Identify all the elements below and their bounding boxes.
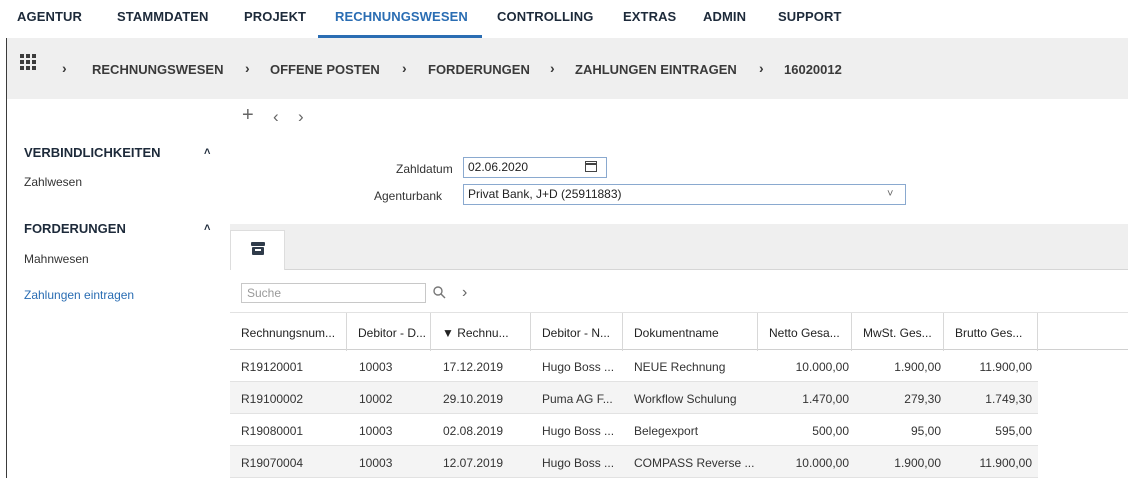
cell-rechnungsnummer: R19100002 [241, 392, 304, 406]
tab-archive[interactable] [230, 230, 285, 271]
cell-dokumentname: Workflow Schulung [634, 392, 737, 406]
nav-admin[interactable]: ADMIN [703, 9, 746, 24]
nav-controlling[interactable]: CONTROLLING [497, 9, 593, 24]
cell-brutto: 1.749,30 [985, 392, 1032, 406]
breadcrumb-zahlungen-eintragen[interactable]: ZAHLUNGEN EINTRAGEN [575, 62, 737, 77]
chevron-right-icon: › [62, 60, 67, 76]
nav-extras[interactable]: EXTRAS [623, 9, 676, 24]
cell-debitor: 10002 [359, 392, 393, 406]
cell-rechnungsnummer: R19080001 [241, 424, 304, 438]
cell-brutto: 595,00 [995, 424, 1032, 438]
cell-brutto: 11.900,00 [979, 360, 1033, 374]
nav-stammdaten[interactable]: STAMMDATEN [117, 9, 209, 24]
sidebar-item-mahnwesen[interactable]: Mahnwesen [24, 252, 89, 266]
cell-debitor-name: Hugo Boss ... [542, 456, 615, 470]
chevron-right-icon: › [402, 60, 407, 76]
next-icon[interactable]: › [298, 107, 304, 127]
agenturbank-label: Agenturbank [374, 189, 443, 203]
cell-debitor-name: Puma AG F... [542, 392, 613, 406]
cell-rechnungsdatum: 12.07.2019 [443, 456, 504, 470]
chevron-right-icon: › [759, 60, 764, 76]
search-icon[interactable] [433, 286, 446, 299]
cell-rechnungsdatum: 17.12.2019 [443, 360, 504, 374]
cell-debitor-name: Hugo Boss ... [542, 424, 615, 438]
table-row[interactable]: R19100002 10002 29.10.2019 Puma AG F... … [230, 382, 1038, 414]
table-row[interactable]: R19120001 10003 17.12.2019 Hugo Boss ...… [230, 350, 1038, 382]
cell-dokumentname: NEUE Rechnung [634, 360, 726, 374]
chevron-up-icon[interactable]: ˄ [204, 222, 210, 234]
column-header-rechnungsdatum[interactable]: ▼ Rechnu... [431, 313, 531, 351]
cell-dokumentname: Belegexport [634, 424, 699, 438]
invoice-table-panel: Suche › Rechnungsnum... Debitor - D... ▼… [230, 270, 1128, 478]
table-row[interactable]: R19080001 10003 02.08.2019 Hugo Boss ...… [230, 414, 1038, 446]
nav-projekt[interactable]: PROJEKT [244, 9, 306, 24]
column-header-netto[interactable]: Netto Gesa... [758, 313, 852, 351]
top-navigation: AGENTUR STAMMDATEN PROJEKT RECHNUNGSWESE… [0, 0, 1128, 38]
breadcrumb-forderungen[interactable]: FORDERUNGEN [428, 62, 530, 77]
cell-mwst: 1.900,00 [894, 456, 941, 470]
table-header: Rechnungsnum... Debitor - D... ▼ Rechnu.… [230, 312, 1128, 351]
cell-netto: 10.000,00 [795, 456, 849, 470]
cell-rechnungsdatum: 29.10.2019 [443, 392, 504, 406]
cell-debitor: 10003 [359, 424, 393, 438]
next-icon[interactable]: › [462, 284, 467, 302]
cell-dokumentname: COMPASS Reverse ... [634, 456, 755, 470]
agenturbank-select[interactable]: Privat Bank, J+D (25911883) [463, 184, 906, 205]
tab-strip [230, 224, 1128, 271]
column-header-debitor-name[interactable]: Debitor - N... [531, 313, 623, 351]
column-header-debitor-d[interactable]: Debitor - D... [347, 313, 431, 351]
sidebar-item-zahlwesen[interactable]: Zahlwesen [24, 175, 82, 189]
calendar-icon[interactable] [585, 161, 597, 172]
column-header-mwst[interactable]: MwSt. Ges... [852, 313, 944, 351]
cell-rechnungsnummer: R19070004 [241, 456, 304, 470]
cell-debitor-name: Hugo Boss ... [542, 360, 615, 374]
cell-mwst: 95,00 [910, 424, 941, 438]
cell-mwst: 1.900,00 [894, 360, 941, 374]
cell-brutto: 11.900,00 [979, 456, 1033, 470]
cell-debitor: 10003 [359, 360, 393, 374]
column-header-rechnungsnummer[interactable]: Rechnungsnum... [230, 313, 347, 351]
breadcrumb-offene-posten[interactable]: OFFENE POSTEN [270, 62, 380, 77]
add-icon[interactable]: + [242, 104, 254, 127]
chevron-down-icon[interactable]: ˅ [887, 188, 893, 200]
sidebar-section-verbindlichkeiten[interactable]: VERBINDLICHKEITEN [24, 145, 161, 160]
zahldatum-label: Zahldatum [396, 162, 453, 176]
chevron-right-icon: › [550, 60, 555, 76]
cell-mwst: 279,30 [904, 392, 941, 406]
column-header-brutto[interactable]: Brutto Ges... [944, 313, 1038, 351]
chevron-right-icon: › [245, 60, 250, 76]
apps-grid-icon[interactable] [20, 54, 36, 70]
table-row[interactable]: R19070004 10003 12.07.2019 Hugo Boss ...… [230, 446, 1038, 478]
sidebar-item-zahlungen-eintragen[interactable]: Zahlungen eintragen [24, 288, 134, 302]
previous-icon[interactable]: ‹ [273, 107, 279, 127]
cell-debitor: 10003 [359, 456, 393, 470]
sidebar-section-forderungen[interactable]: FORDERUNGEN [24, 221, 126, 236]
nav-support[interactable]: SUPPORT [778, 9, 842, 24]
cell-netto: 10.000,00 [795, 360, 849, 374]
nav-agentur[interactable]: AGENTUR [17, 9, 82, 24]
breadcrumb-current-id: 16020012 [784, 62, 842, 77]
column-header-dokumentname[interactable]: Dokumentname [623, 313, 758, 351]
cell-netto: 500,00 [812, 424, 849, 438]
breadcrumb: › RECHNUNGSWESEN › OFFENE POSTEN › FORDE… [7, 38, 1128, 99]
payment-form: + ‹ › Zahldatum 02.06.2020 Agenturbank P… [230, 99, 1128, 224]
chevron-up-icon[interactable]: ˄ [204, 146, 210, 158]
sidebar: VERBINDLICHKEITEN ˄ Zahlwesen FORDERUNGE… [7, 99, 230, 478]
nav-rechnungswesen[interactable]: RECHNUNGSWESEN [335, 9, 468, 24]
cell-netto: 1.470,00 [802, 392, 849, 406]
cell-rechnungsdatum: 02.08.2019 [443, 424, 504, 438]
archive-box-icon [251, 242, 265, 255]
cell-rechnungsnummer: R19120001 [241, 360, 304, 374]
search-input[interactable]: Suche [241, 283, 426, 303]
breadcrumb-rechnungswesen[interactable]: RECHNUNGSWESEN [92, 62, 223, 77]
